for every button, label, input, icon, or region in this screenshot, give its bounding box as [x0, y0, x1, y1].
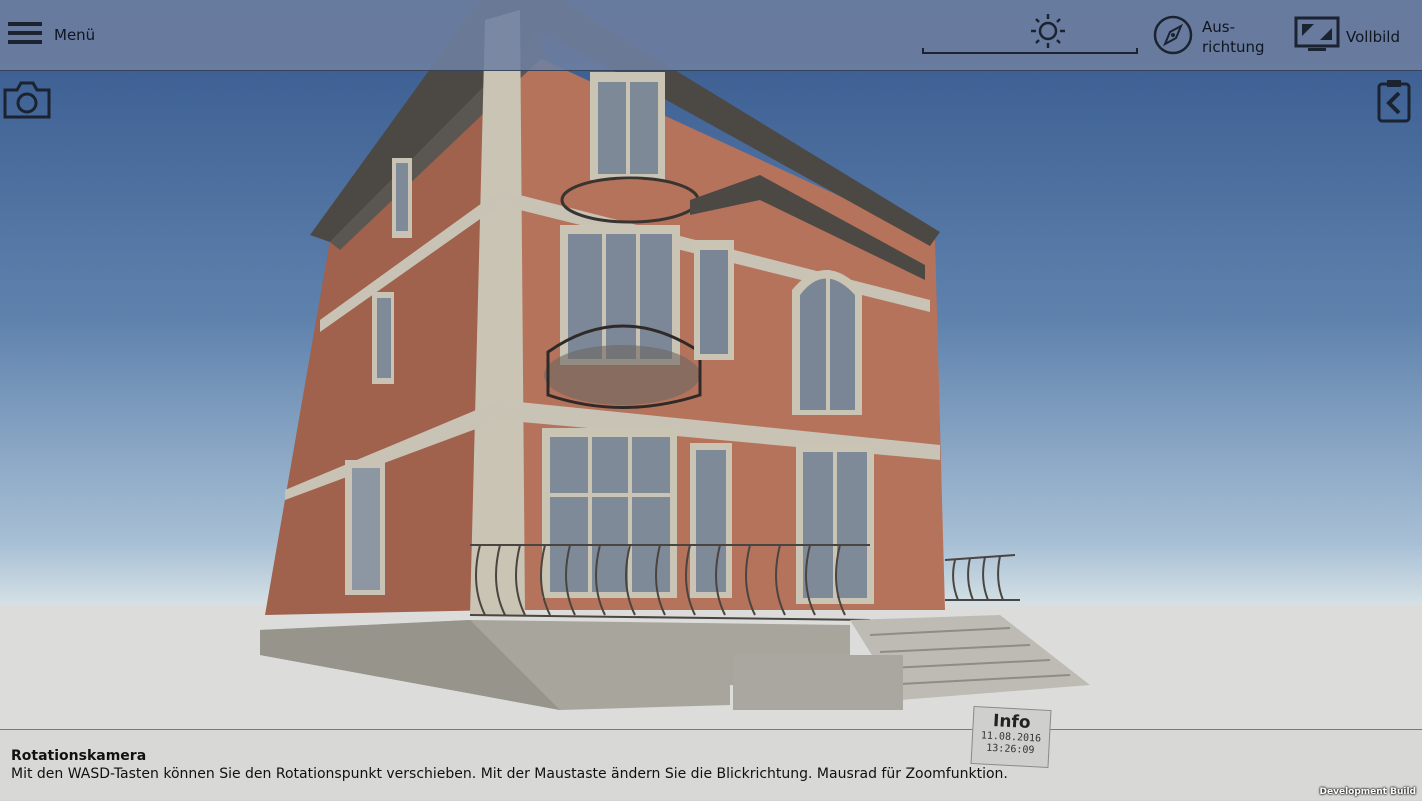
- fullscreen-button[interactable]: Vollbild: [1294, 16, 1400, 58]
- sun-icon: [1028, 13, 1068, 53]
- hamburger-icon: [8, 18, 42, 52]
- camera-mode-title: Rotationskamera: [11, 748, 147, 764]
- sun-slider-track[interactable]: [922, 48, 1138, 54]
- screenshot-camera-button[interactable]: [2, 78, 52, 124]
- fullscreen-label: Vollbild: [1346, 28, 1400, 46]
- info-tag-button[interactable]: Info 11.08.2016 13:26:09: [970, 705, 1052, 769]
- top-toolbar: Menü Aus- richtung Vollbild: [0, 0, 1422, 71]
- 3d-viewport[interactable]: [0, 0, 1422, 800]
- info-panel: Rotationskamera Mit den WASD-Tasten könn…: [0, 729, 1422, 801]
- sun-position-slider[interactable]: [922, 10, 1138, 54]
- development-build-label: Development Build: [1319, 787, 1416, 797]
- camera-icon: [2, 81, 52, 124]
- menu-label: Menü: [54, 26, 96, 44]
- orientation-button[interactable]: Aus- richtung: [1152, 14, 1272, 60]
- camera-mode-description: Mit den WASD-Tasten können Sie den Rotat…: [11, 766, 1008, 782]
- menu-button[interactable]: Menü: [8, 18, 95, 52]
- clipboard-back-icon: [1376, 80, 1412, 128]
- compass-icon: [1152, 14, 1194, 60]
- fullscreen-monitor-icon: [1294, 16, 1340, 58]
- side-panel-toggle-button[interactable]: [1376, 78, 1412, 128]
- orientation-label: Aus- richtung: [1202, 18, 1265, 56]
